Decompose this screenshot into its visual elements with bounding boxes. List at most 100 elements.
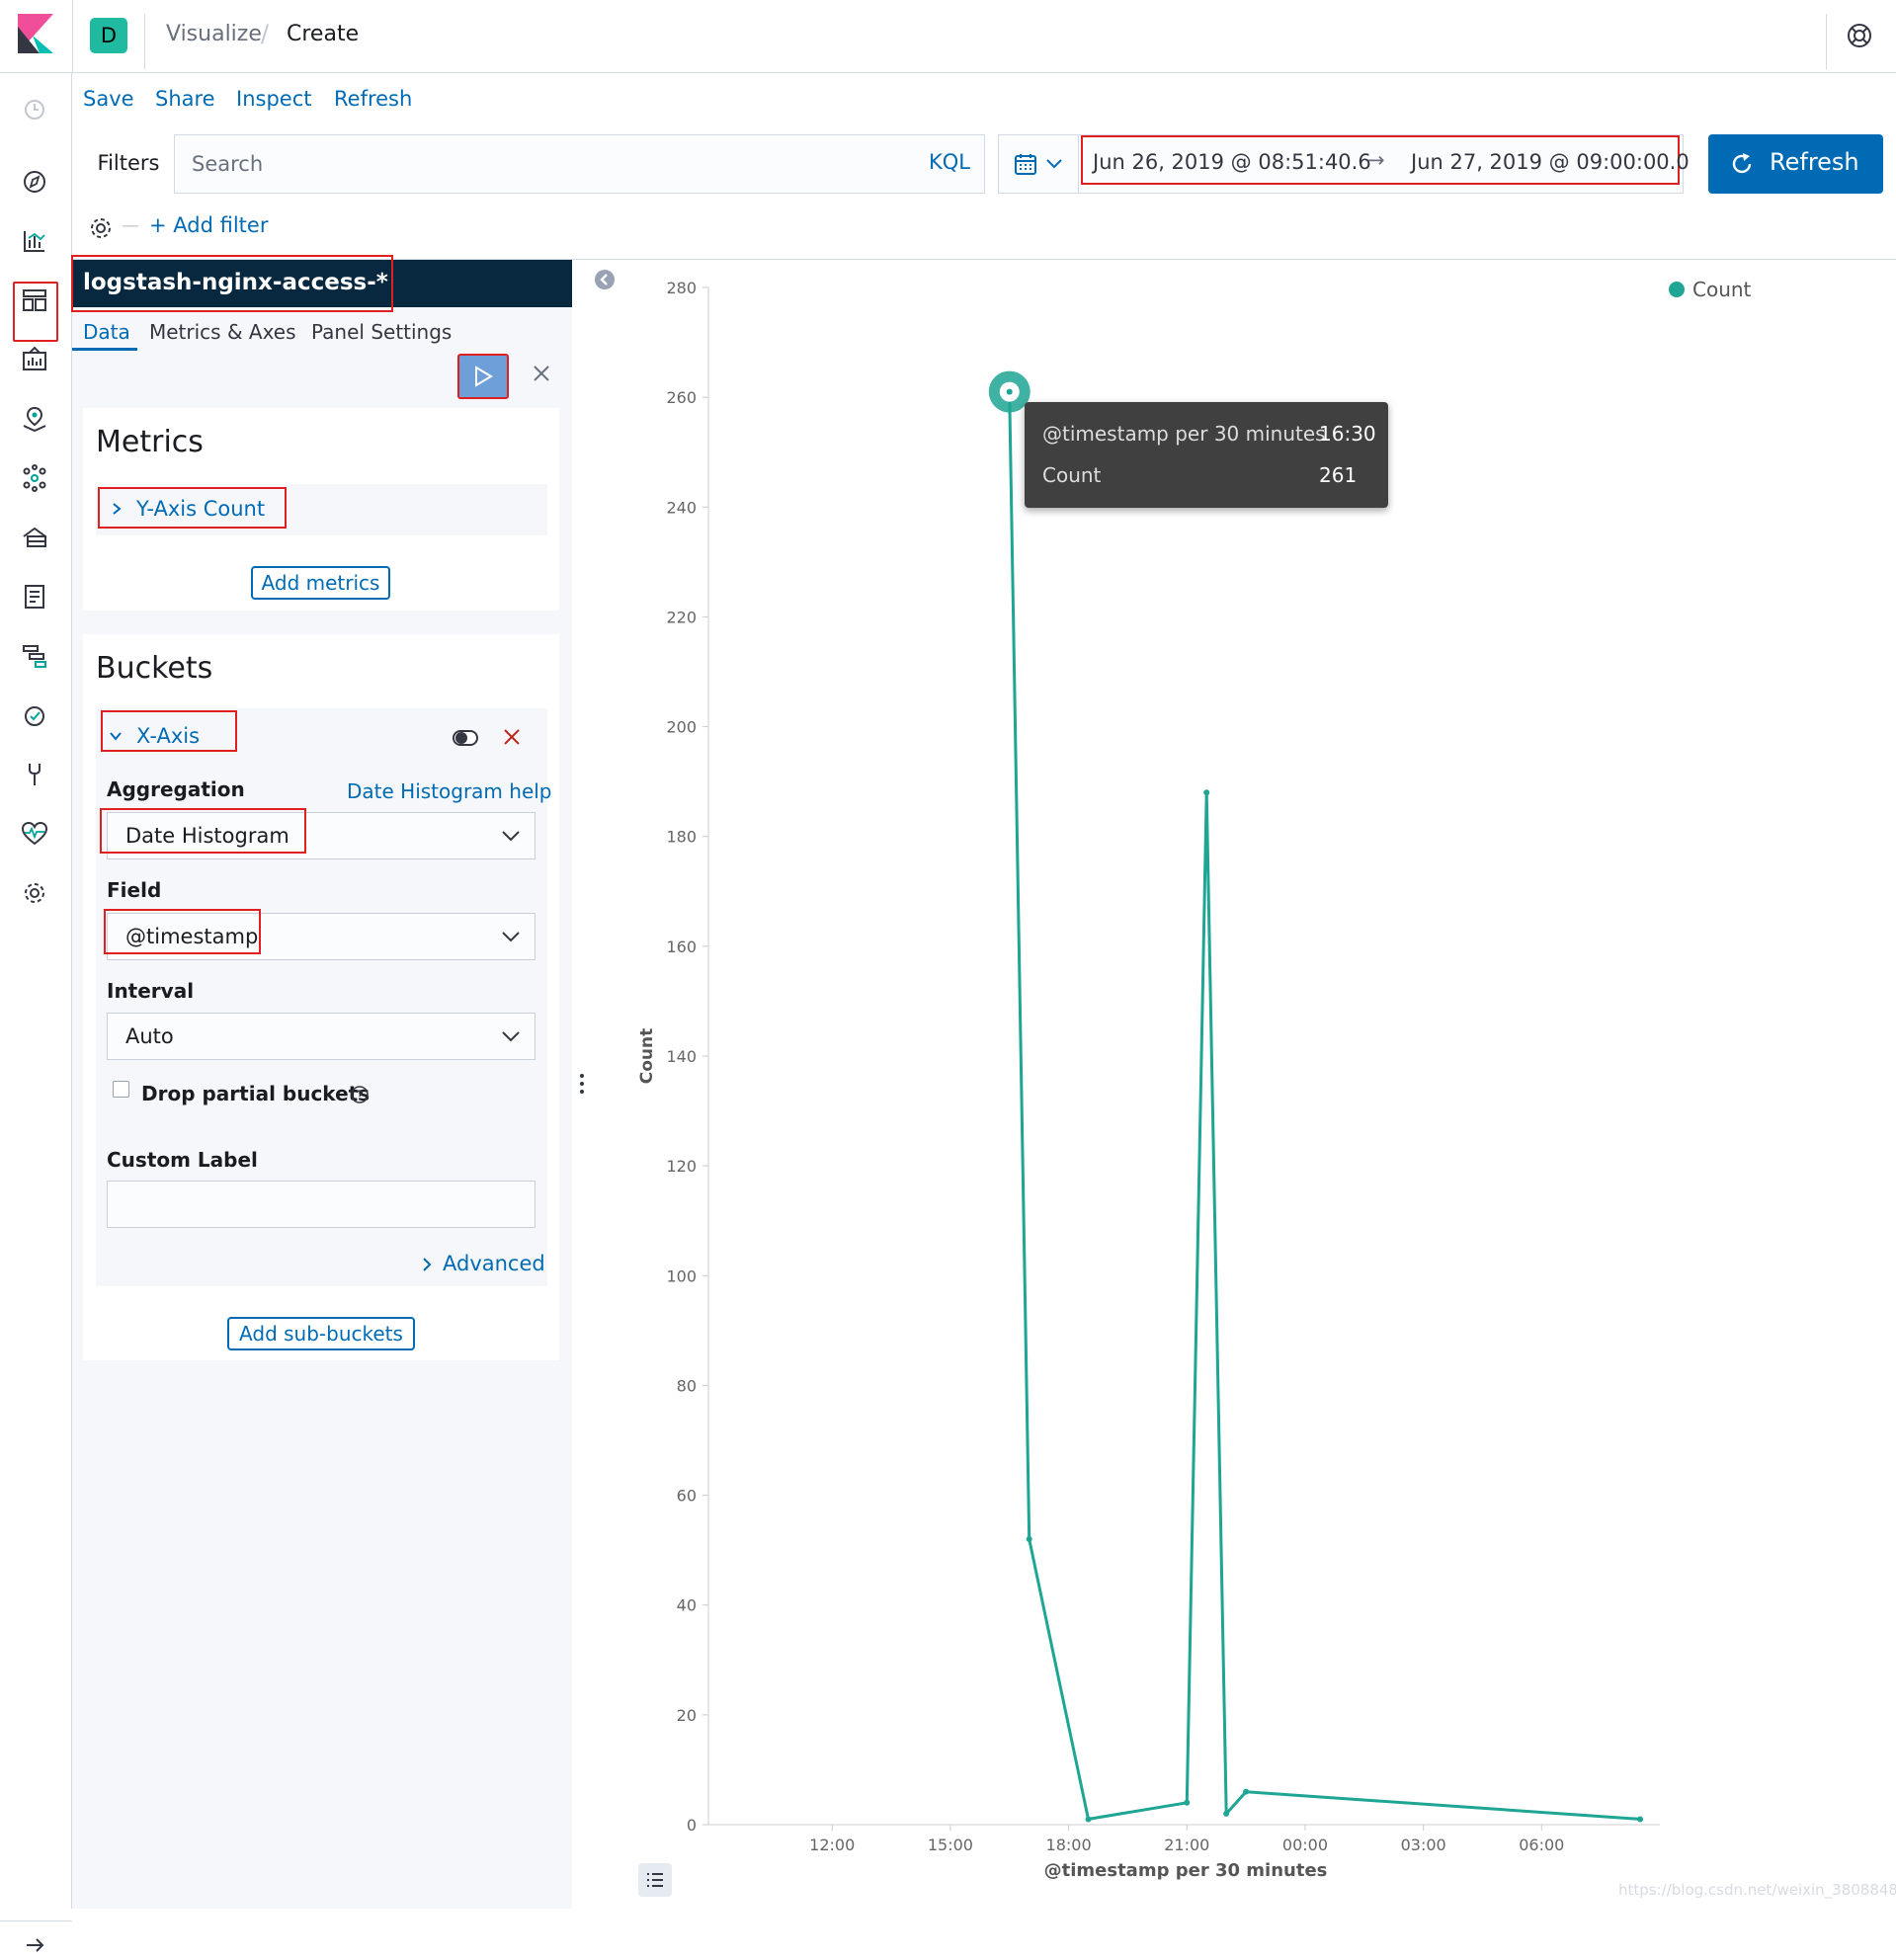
logs-icon[interactable]: [20, 582, 49, 612]
tab-data[interactable]: Data: [83, 320, 130, 344]
kibana-logo-icon[interactable]: [18, 14, 53, 53]
add-sub-buckets-button[interactable]: Add sub-buckets: [227, 1317, 415, 1350]
kql-toggle[interactable]: KQL: [929, 150, 970, 174]
x-tick-label: 00:00: [1282, 1836, 1328, 1854]
legend-entry-count[interactable]: Count: [1692, 278, 1752, 301]
uptime-icon[interactable]: [20, 700, 49, 730]
management-icon[interactable]: [20, 878, 49, 908]
apm-icon[interactable]: [20, 641, 49, 671]
divider: [1826, 14, 1827, 69]
compass-icon[interactable]: [20, 167, 49, 197]
x-axis-label: @timestamp per 30 minutes: [1044, 1860, 1328, 1881]
filter-separator: —: [122, 215, 139, 236]
metric-y-axis-count[interactable]: Y-Axis Count: [136, 497, 265, 521]
aggregation-highlight: [100, 808, 306, 854]
refresh-icon: [1732, 153, 1752, 174]
field-label: Field: [107, 878, 162, 902]
chevron-down-icon: [1046, 159, 1062, 169]
date-histogram-help-link[interactable]: Date Histogram help: [347, 779, 552, 803]
tab-metrics-axes[interactable]: Metrics & Axes: [149, 320, 296, 344]
chevron-down-icon: [502, 1031, 520, 1042]
help-lifebuoy-icon[interactable]: [1846, 22, 1873, 49]
chart-tooltip: @timestamp per 30 minutes 16:30 Count 26…: [1025, 402, 1388, 508]
y-tick-label: 80: [677, 1376, 697, 1395]
x-tick-label: 06:00: [1519, 1836, 1564, 1854]
chevron-down-icon: [502, 831, 520, 842]
bucket-x-axis[interactable]: X-Axis: [136, 724, 200, 748]
chart-marks: [988, 370, 1644, 1823]
y-tick-label: 280: [666, 279, 697, 297]
data-point: [1223, 1810, 1230, 1817]
remove-cross-icon[interactable]: [502, 727, 522, 747]
menu-share[interactable]: Share: [155, 87, 215, 111]
chart-series-lines: [1008, 391, 1641, 1821]
watermark: https://blog.csdn.net/weixin_38088485: [1618, 1881, 1896, 1899]
arrow-right-icon[interactable]: [20, 1930, 49, 1960]
x-tick-label: 15:00: [928, 1836, 973, 1854]
x-tick-label: 12:00: [809, 1836, 855, 1854]
apply-changes-button[interactable]: [457, 354, 509, 399]
divider: [72, 0, 73, 73]
y-tick-label: 220: [666, 608, 697, 626]
add-metrics-button[interactable]: Add metrics: [251, 566, 390, 600]
y-axis-label: Count: [637, 1028, 657, 1085]
question-icon[interactable]: [350, 1085, 370, 1104]
chart-axes: 0 20 40 60 80 100 120 140 160 180 200 220 240 260 280 1…: [666, 279, 1660, 1854]
custom-label-input[interactable]: [107, 1181, 536, 1228]
tooltip-x-label: @timestamp per 30 minutes: [1042, 422, 1326, 446]
left-nav: [0, 73, 72, 1952]
tab-panel-settings[interactable]: Panel Settings: [311, 320, 452, 344]
visualize-icon[interactable]: [20, 226, 49, 256]
add-filter-link[interactable]: + Add filter: [149, 213, 268, 237]
x-tick-label: 03:00: [1401, 1836, 1446, 1854]
tab-active-underline: [72, 348, 137, 351]
monitoring-icon[interactable]: [20, 819, 49, 849]
top-header: D Visualize / Create: [0, 0, 1896, 73]
y-tick-label: 240: [666, 498, 697, 517]
data-point: [1203, 789, 1210, 796]
y-tick-label: 40: [677, 1596, 697, 1615]
refresh-label: Refresh: [1770, 148, 1859, 176]
chevron-down-icon[interactable]: [109, 730, 123, 742]
data-point: [1184, 1799, 1191, 1806]
devtools-icon[interactable]: [20, 760, 49, 789]
drop-partial-checkbox[interactable]: [113, 1081, 129, 1098]
close-icon[interactable]: [530, 362, 553, 385]
breadcrumb-visualize[interactable]: Visualize: [166, 22, 262, 46]
toggle-icon[interactable]: [453, 730, 478, 746]
advanced-toggle[interactable]: Advanced: [443, 1252, 545, 1275]
y-tick-label: 140: [666, 1047, 697, 1066]
metrics-title: Metrics: [96, 425, 204, 459]
data-point: [1006, 388, 1013, 395]
y-tick-label: 200: [666, 718, 697, 737]
interval-select[interactable]: Auto: [107, 1013, 536, 1060]
maps-icon[interactable]: [20, 404, 49, 434]
date-start[interactable]: Jun 26, 2019 @ 08:51:40.6: [1093, 150, 1371, 174]
legend-toggle-button[interactable]: [638, 1863, 672, 1897]
gear-icon[interactable]: [88, 215, 114, 241]
canvas-icon[interactable]: [20, 345, 49, 374]
menu-inspect[interactable]: Inspect: [236, 87, 311, 111]
legend-dot[interactable]: [1669, 282, 1685, 297]
refresh-button[interactable]: Refresh: [1708, 134, 1883, 194]
divider: [0, 1920, 72, 1921]
play-icon: [475, 366, 493, 387]
search-input[interactable]: [176, 135, 907, 193]
menu-save[interactable]: Save: [83, 87, 134, 111]
divider: [144, 14, 145, 69]
date-end[interactable]: Jun 27, 2019 @ 09:00:00.0: [1411, 150, 1690, 174]
infrastructure-icon[interactable]: [20, 523, 49, 552]
chevron-right-icon[interactable]: [422, 1257, 432, 1272]
y-tick-label: 120: [666, 1157, 697, 1176]
chevron-right-icon[interactable]: [111, 502, 123, 516]
data-point: [1243, 1788, 1250, 1795]
filters-button[interactable]: Filters: [83, 134, 175, 194]
buckets-title: Buckets: [96, 651, 213, 686]
clock-icon[interactable]: [20, 95, 49, 124]
data-point: [1085, 1816, 1092, 1823]
space-avatar[interactable]: D: [90, 18, 127, 53]
ml-icon[interactable]: [20, 463, 49, 493]
menu-refresh[interactable]: Refresh: [334, 87, 412, 111]
quick-select-button[interactable]: [998, 134, 1079, 194]
y-tick-label: 100: [666, 1266, 697, 1285]
